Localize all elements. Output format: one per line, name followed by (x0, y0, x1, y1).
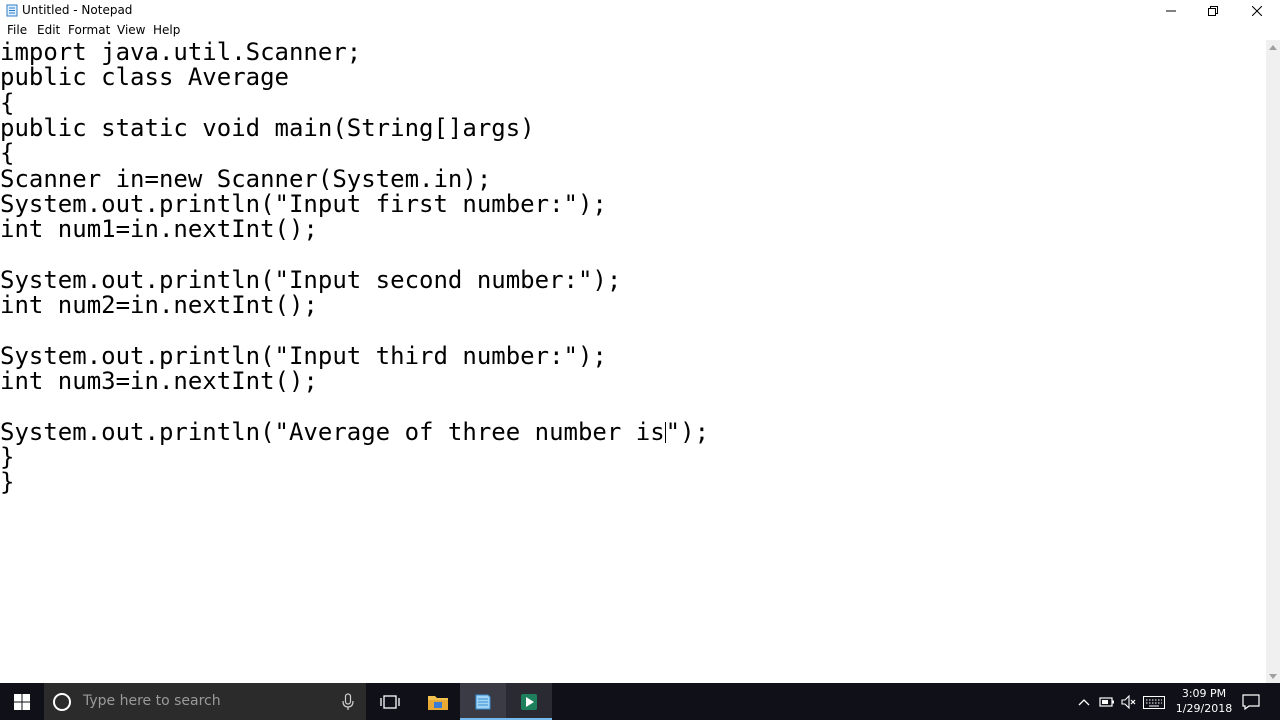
editor-line: public class Average (0, 63, 289, 92)
editor-line: System.out.println("Input second number:… (0, 265, 622, 294)
editor-line: Scanner in=new Scanner(System.in); (0, 164, 492, 193)
editor-line: int num2=in.nextInt(); (0, 291, 318, 319)
menu-bar: File Edit Format View Help (0, 21, 1280, 40)
editor-line: public static void main(String[]args) (0, 113, 535, 142)
line-text-before-caret: System.out.println("Average of three num… (0, 417, 665, 446)
clock-time: 3:09 PM (1181, 687, 1227, 700)
search-placeholder[interactable]: Type here to search (83, 693, 221, 710)
editor-line: int num3=in.nextInt(); (0, 366, 318, 395)
battery-button[interactable] (1098, 694, 1116, 710)
notepad-icon (475, 694, 491, 709)
microphone-icon[interactable] (340, 693, 356, 711)
tray-overflow-button[interactable] (1076, 694, 1092, 710)
clock-date: 1/29/2018 (1175, 702, 1233, 715)
chevron-up-icon (1078, 699, 1090, 706)
battery-icon (1099, 697, 1114, 707)
file-explorer-icon (428, 695, 448, 710)
restore-button[interactable] (1190, 0, 1236, 21)
close-icon (1252, 5, 1262, 16)
restore-icon (1208, 5, 1218, 16)
notification-icon (1242, 694, 1260, 710)
minimize-button[interactable] (1148, 0, 1194, 21)
taskbar-camtasia-button[interactable] (506, 683, 552, 720)
task-view-icon (380, 694, 400, 709)
menu-help[interactable]: Help (153, 23, 180, 38)
keyboard-icon (1143, 695, 1165, 709)
menu-format[interactable]: Format (68, 23, 110, 38)
volume-muted-icon (1121, 695, 1136, 709)
cortana-circle-icon (53, 693, 71, 711)
editor-line: { (0, 88, 15, 117)
text-editor[interactable]: import java.util.Scanner; public class Av… (0, 40, 1266, 683)
touch-keyboard-button[interactable] (1142, 694, 1166, 710)
close-button[interactable] (1234, 0, 1280, 21)
line-text-after-caret: "); (665, 417, 710, 446)
chevron-down-icon (1269, 673, 1277, 679)
vertical-scrollbar[interactable] (1266, 40, 1280, 683)
file-explorer-button[interactable] (416, 683, 460, 720)
notepad-icon (6, 4, 18, 17)
editor-line: int num1=in.nextInt(); (0, 215, 318, 244)
menu-edit[interactable]: Edit (37, 23, 60, 38)
scroll-up-arrow[interactable] (1266, 40, 1280, 54)
editor-line: System.out.println("Input third number:"… (0, 341, 607, 370)
editor-line: } (0, 442, 15, 471)
taskbar-notepad-button[interactable] (460, 683, 506, 720)
taskbar: Type here to search 3:09 PM 1/29/2018 (0, 683, 1280, 720)
volume-button[interactable] (1120, 694, 1138, 710)
title-bar: Untitled - Notepad (0, 0, 1280, 21)
editor-line: System.out.println("Average of three num… (0, 417, 710, 446)
editor-line: System.out.println("Input first number:"… (0, 189, 607, 218)
chevron-up-icon (1269, 44, 1277, 50)
minimize-icon (1166, 10, 1176, 11)
window-title: Untitled - Notepad (22, 3, 133, 17)
task-view-button[interactable] (368, 683, 412, 720)
editor-line: import java.util.Scanner; (0, 40, 362, 66)
editor-line: { (0, 139, 15, 168)
menu-view[interactable]: View (117, 23, 145, 38)
menu-file[interactable]: File (7, 23, 27, 38)
windows-logo-icon (14, 693, 30, 710)
action-center-button[interactable] (1236, 694, 1266, 710)
start-button[interactable] (0, 683, 44, 720)
taskbar-clock[interactable]: 3:09 PM 1/29/2018 (1164, 686, 1244, 716)
scroll-down-arrow[interactable] (1266, 669, 1280, 683)
camtasia-icon (521, 693, 537, 710)
editor-line: } (0, 468, 15, 497)
